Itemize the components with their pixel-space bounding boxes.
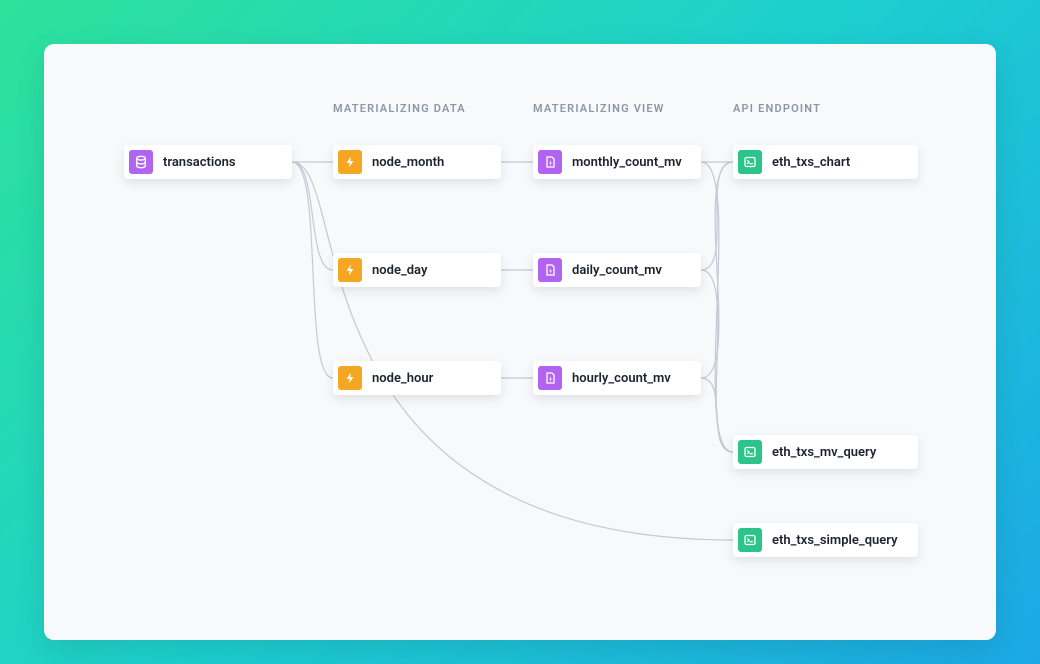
node-eth-txs-simple-query[interactable]: eth_txs_simple_query — [733, 523, 918, 557]
node-hourly-count-mv[interactable]: hourly_count_mv — [533, 361, 701, 395]
gradient-background: MATERIALIZING DATA MATERIALIZING VIEW AP… — [0, 0, 1040, 664]
node-monthly-count-mv[interactable]: monthly_count_mv — [533, 145, 701, 179]
node-daily-count-mv[interactable]: daily_count_mv — [533, 253, 701, 287]
document-bolt-icon — [538, 258, 562, 282]
document-bolt-icon — [538, 150, 562, 174]
node-label: monthly_count_mv — [572, 155, 682, 170]
document-bolt-icon — [538, 366, 562, 390]
node-node-hour[interactable]: node_hour — [333, 361, 501, 395]
node-label: transactions — [163, 155, 236, 170]
node-label: hourly_count_mv — [572, 371, 671, 386]
node-label: eth_txs_mv_query — [772, 445, 876, 460]
header-materializing-data: MATERIALIZING DATA — [333, 102, 466, 115]
terminal-icon — [738, 528, 762, 552]
diagram-panel: MATERIALIZING DATA MATERIALIZING VIEW AP… — [44, 44, 996, 640]
node-label: node_day — [372, 263, 427, 278]
node-node-month[interactable]: node_month — [333, 145, 501, 179]
terminal-icon — [738, 440, 762, 464]
header-api-endpoint: API ENDPOINT — [733, 102, 821, 115]
node-eth-txs-mv-query[interactable]: eth_txs_mv_query — [733, 435, 918, 469]
node-eth-txs-chart[interactable]: eth_txs_chart — [733, 145, 918, 179]
node-label: daily_count_mv — [572, 263, 662, 278]
node-label: node_hour — [372, 371, 433, 386]
node-label: node_month — [372, 155, 444, 170]
database-icon — [129, 150, 153, 174]
bolt-icon — [338, 258, 362, 282]
node-node-day[interactable]: node_day — [333, 253, 501, 287]
node-label: eth_txs_simple_query — [772, 533, 898, 548]
terminal-icon — [738, 150, 762, 174]
node-transactions[interactable]: transactions — [124, 145, 292, 179]
bolt-icon — [338, 366, 362, 390]
header-materializing-view: MATERIALIZING VIEW — [533, 102, 665, 115]
bolt-icon — [338, 150, 362, 174]
node-label: eth_txs_chart — [772, 155, 850, 170]
